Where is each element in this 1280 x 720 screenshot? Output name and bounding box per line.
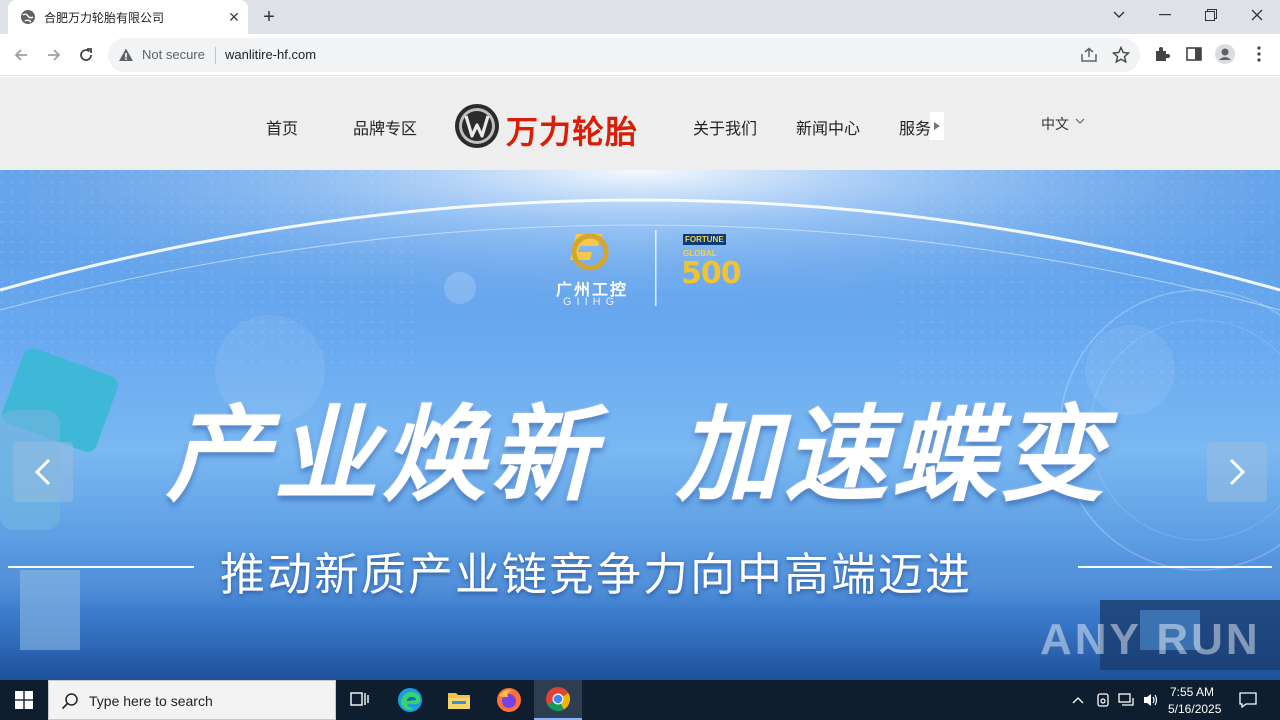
forward-button[interactable] — [41, 42, 67, 68]
folder-icon — [448, 693, 470, 709]
fortune-label: FORTUNE — [683, 234, 726, 245]
network-icon[interactable] — [1117, 690, 1137, 710]
globe-icon — [21, 10, 35, 24]
close-window-button[interactable] — [1234, 0, 1280, 30]
nav-home[interactable]: 首页 — [266, 115, 298, 139]
hero-banner[interactable]: 广州工控 GIIHG FORTUNE GLOBAL 500 产业焕新 加速蝶变 … — [0, 170, 1280, 680]
url-text[interactable]: wanlitire-hf.com — [225, 47, 316, 62]
bookmark-star-icon[interactable] — [1112, 46, 1130, 64]
notification-center-icon[interactable] — [1238, 690, 1258, 710]
reload-icon — [80, 48, 92, 61]
windows-taskbar: Type here to search 7:55 AM 5/16/2025 — [0, 680, 1280, 720]
nav-about[interactable]: 关于我们 — [693, 115, 757, 139]
browser-tab[interactable]: 合肥万力轮胎有限公司 ✕ — [8, 0, 248, 34]
back-button[interactable] — [8, 42, 34, 68]
windows-logo-icon — [15, 691, 33, 709]
tab-search-icon[interactable] — [1096, 0, 1142, 30]
site-header: 首页 品牌专区 万力轮胎 关于我们 新闻中心 服务 中文 — [0, 77, 1280, 170]
restore-button[interactable] — [1188, 0, 1234, 30]
giihg-name-en: GIIHG — [563, 296, 620, 308]
task-view-button[interactable] — [336, 680, 384, 720]
reload-button[interactable] — [73, 42, 99, 68]
brand-wordmark: 万力轮胎 — [506, 113, 639, 151]
carousel-prev-button[interactable] — [13, 442, 73, 502]
side-panel-icon[interactable] — [1184, 44, 1204, 64]
extensions-icon[interactable] — [1152, 44, 1172, 64]
clock-date[interactable]: 5/16/2025 — [1168, 702, 1221, 716]
browser-tab-strip: 合肥万力轮胎有限公司 ✕ + — [0, 0, 1280, 34]
tab-title: 合肥万力轮胎有限公司 — [44, 11, 165, 25]
language-selector[interactable]: 中文 — [1041, 114, 1069, 134]
menu-kebab-icon[interactable] — [1249, 44, 1269, 64]
browser-toolbar: Not secure wanlitire-hf.com — [0, 34, 1280, 76]
nav-brands[interactable]: 品牌专区 — [353, 115, 417, 139]
chevron-right-icon — [1229, 458, 1246, 486]
arrow-left-icon — [14, 49, 27, 61]
edge-taskbar-button[interactable] — [386, 680, 434, 720]
hero-subline: 推动新质产业链竞争力向中高端迈进 — [220, 549, 973, 600]
minimize-button[interactable] — [1142, 0, 1188, 30]
fortune-500-number: 500 — [681, 256, 742, 291]
subline-divider-left — [8, 566, 194, 568]
tab-close-icon[interactable]: ✕ — [226, 9, 242, 25]
firefox-icon — [497, 688, 521, 712]
chrome-icon — [546, 687, 571, 712]
start-button[interactable] — [0, 680, 48, 720]
brand-logo[interactable]: 万力轮胎 — [454, 103, 654, 151]
chrome-taskbar-button[interactable] — [534, 680, 582, 720]
clock-time[interactable]: 7:55 AM — [1170, 685, 1214, 699]
taskbar-search-box[interactable]: Type here to search — [48, 680, 336, 720]
search-icon — [61, 693, 78, 710]
profile-avatar-icon[interactable] — [1215, 44, 1235, 64]
chevron-left-icon — [34, 458, 51, 486]
volume-icon[interactable] — [1141, 690, 1161, 710]
firefox-taskbar-button[interactable] — [485, 680, 533, 720]
not-secure-label[interactable]: Not secure — [142, 47, 205, 62]
search-placeholder: Type here to search — [89, 693, 213, 709]
edge-icon — [398, 688, 422, 712]
tray-overflow-chevron-icon[interactable] — [1068, 690, 1088, 710]
device-tray-icon[interactable] — [1093, 690, 1113, 710]
warning-icon — [119, 48, 133, 61]
file-explorer-taskbar-button[interactable] — [435, 680, 483, 720]
arrow-right-icon — [48, 49, 61, 61]
new-tab-button[interactable]: + — [258, 6, 280, 28]
share-icon[interactable] — [1080, 47, 1098, 63]
wanli-emblem-icon — [455, 104, 499, 148]
hero-headline-left: 产业焕新 — [166, 394, 599, 516]
nav-services[interactable]: 服务 — [899, 115, 931, 139]
nav-news[interactable]: 新闻中心 — [796, 115, 860, 139]
chevron-down-icon[interactable] — [1075, 117, 1085, 125]
hero-headline-right: 加速蝶变 — [676, 394, 1109, 516]
address-separator — [215, 47, 216, 64]
task-view-icon — [350, 692, 369, 706]
carousel-next-button[interactable] — [1207, 442, 1267, 502]
anyrun-watermark: ANY RUN — [1040, 615, 1261, 664]
nav-more-arrow-icon[interactable] — [930, 112, 944, 140]
subline-divider-right — [1078, 566, 1272, 568]
address-bar[interactable]: Not secure wanlitire-hf.com — [108, 38, 1140, 72]
